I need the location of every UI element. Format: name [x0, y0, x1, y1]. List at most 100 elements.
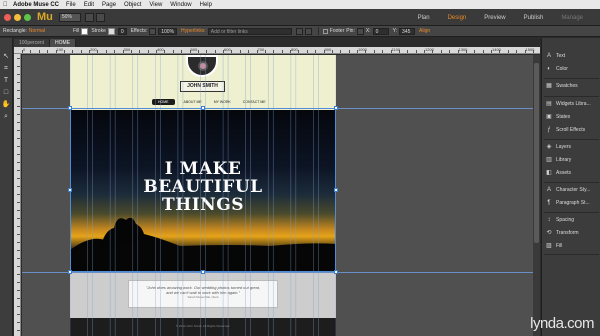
effects-icon[interactable]: [149, 27, 157, 35]
hyperlinks-label[interactable]: Hyperlinks:: [181, 28, 206, 34]
resize-handle[interactable]: [68, 106, 72, 110]
hero-headline[interactable]: I MAKE BEAUTIFUL THINGS: [70, 160, 336, 214]
panel-paragraph-styles[interactable]: ¶ Paragraph St...: [546, 199, 589, 207]
ruler-tick: [17, 130, 20, 131]
nav-contact[interactable]: CONTACT ME: [240, 99, 269, 105]
ruler-tick: [390, 50, 392, 53]
pin-grid-icon[interactable]: [356, 27, 364, 35]
close-window-button[interactable]: [4, 13, 11, 21]
ruler-tick: [17, 210, 20, 211]
zoom-window-button[interactable]: [24, 13, 31, 21]
page-artboard[interactable]: JOHN SMITH HOME ABOUT ME MY WORK CONTACT…: [70, 55, 336, 336]
panel-states[interactable]: ▣ States: [546, 113, 570, 121]
nav-home[interactable]: HOME: [152, 99, 175, 105]
y-position-field[interactable]: 345: [399, 27, 416, 35]
zoom-tool-icon[interactable]: ⌕: [2, 112, 11, 121]
panel-spacing[interactable]: ↕ Spacing: [546, 216, 575, 224]
view-options-button[interactable]: [84, 12, 94, 22]
resize-handle[interactable]: [201, 270, 205, 274]
tab-plan[interactable]: Plan: [409, 15, 439, 21]
resize-handle[interactable]: [334, 270, 338, 274]
testimonial-band[interactable]: "John does amazing work. Our wedding pho…: [70, 272, 336, 318]
apple-icon[interactable]: : [3, 2, 9, 8]
text-tool-icon[interactable]: T: [2, 76, 11, 85]
header-band[interactable]: JOHN SMITH HOME ABOUT ME MY WORK CONTACT…: [70, 55, 336, 110]
panel-scroll-effects[interactable]: ƒ Scroll Effects: [546, 126, 585, 134]
selection-tool-icon[interactable]: ↖: [2, 52, 11, 61]
effects-label[interactable]: Effects:: [131, 28, 148, 34]
tab-publish[interactable]: Publish: [515, 15, 553, 21]
horizontal-ruler[interactable]: 0 100 200 300 400 500 600 700 800 900 1000 1100 1200…: [14, 47, 540, 54]
resize-handle[interactable]: [68, 270, 72, 274]
menu-view[interactable]: View: [149, 2, 162, 8]
scrollbar-thumb[interactable]: [534, 63, 539, 243]
nav-about[interactable]: ABOUT ME: [181, 99, 205, 105]
menu-help[interactable]: Help: [200, 2, 212, 8]
hyperlinks-input[interactable]: Add or filter links: [207, 27, 292, 35]
tab-preview[interactable]: Preview: [475, 15, 514, 21]
panel-label: Text: [556, 53, 566, 59]
panel-text[interactable]: A Text: [546, 52, 565, 60]
panel-layers[interactable]: ◈ Layers: [546, 143, 571, 151]
footer-checkbox[interactable]: [322, 28, 328, 34]
site-name-badge[interactable]: JOHN SMITH: [180, 81, 225, 92]
panel-assets[interactable]: ◧ Assets: [546, 169, 571, 177]
resize-handle[interactable]: [201, 106, 205, 110]
design-canvas[interactable]: JOHN SMITH HOME ABOUT ME MY WORK CONTACT…: [22, 55, 540, 336]
ruler-tick: [17, 258, 20, 259]
menu-file[interactable]: File: [66, 2, 76, 8]
ruler-tick: [17, 122, 20, 123]
ruler-tick: [197, 50, 199, 53]
panel-library[interactable]: ▥ Library: [546, 156, 571, 164]
panel-transform[interactable]: ⟲ Transform: [546, 229, 578, 237]
panel-label: Character Sty...: [556, 187, 591, 193]
selection-state-link[interactable]: Normal: [29, 28, 45, 34]
panel-character-styles[interactable]: A Character Sty...: [546, 186, 590, 194]
nav-work[interactable]: MY WORK: [211, 99, 234, 105]
panel-label: Assets: [556, 170, 572, 176]
ruler-tick: [507, 50, 509, 53]
zoom-level-select[interactable]: 50%: [58, 12, 81, 22]
rectangle-tool-icon[interactable]: □: [2, 88, 11, 97]
crop-tool-icon[interactable]: ⌗: [2, 64, 11, 73]
ruler-tick: [382, 50, 384, 53]
minimize-window-button[interactable]: [14, 13, 21, 21]
tab-home-page[interactable]: HOME: [50, 39, 77, 47]
widgets-library-icon: ▤: [546, 101, 552, 107]
ruler-tick: [17, 178, 20, 179]
testimonial-box[interactable]: "John does amazing work. Our wedding pho…: [128, 280, 278, 308]
panel-fill[interactable]: ▨ Fill: [546, 242, 562, 250]
panel-widgets-library[interactable]: ▤ Widgets Libra...: [546, 100, 591, 108]
x-position-field[interactable]: 0: [372, 27, 389, 35]
tab-master-page[interactable]: 100percent: [14, 39, 51, 47]
library-icon: ▥: [546, 157, 552, 163]
tab-design[interactable]: Design: [439, 15, 476, 21]
hand-tool-icon[interactable]: ✋: [2, 100, 11, 109]
app-menu[interactable]: Adobe Muse CC: [13, 2, 59, 8]
stroke-width-field[interactable]: 0: [117, 27, 127, 35]
menu-window[interactable]: Window: [170, 2, 191, 8]
fill-swatch[interactable]: [81, 27, 89, 35]
resize-handle[interactable]: [334, 106, 338, 110]
resize-handle[interactable]: [68, 188, 72, 192]
canvas-scrollbar[interactable]: [533, 55, 540, 336]
unlink-icon[interactable]: [304, 27, 312, 35]
hero-image[interactable]: I MAKE BEAUTIFUL THINGS: [70, 110, 336, 272]
vertical-ruler[interactable]: [14, 54, 21, 336]
menu-edit[interactable]: Edit: [84, 2, 94, 8]
panel-color[interactable]: ◐ Color: [546, 65, 568, 73]
profile-photo[interactable]: [186, 55, 218, 77]
ruler-tick: [147, 50, 149, 53]
opacity-field[interactable]: 100%: [158, 27, 178, 35]
link-options-icon[interactable]: [295, 27, 303, 35]
panel-swatches[interactable]: ▦ Swatches: [546, 82, 578, 90]
stroke-swatch[interactable]: [107, 27, 115, 35]
menu-page[interactable]: Page: [102, 2, 116, 8]
resize-handle[interactable]: [334, 188, 338, 192]
ruler-label: 500: [190, 47, 198, 52]
menu-object[interactable]: Object: [124, 2, 141, 8]
align-button[interactable]: Align: [419, 28, 430, 34]
arrange-button[interactable]: [95, 12, 105, 22]
tab-manage[interactable]: Manage: [552, 15, 592, 21]
footer-band[interactable]: © 2014 John Smith. All Rights Reserved.: [70, 318, 336, 336]
